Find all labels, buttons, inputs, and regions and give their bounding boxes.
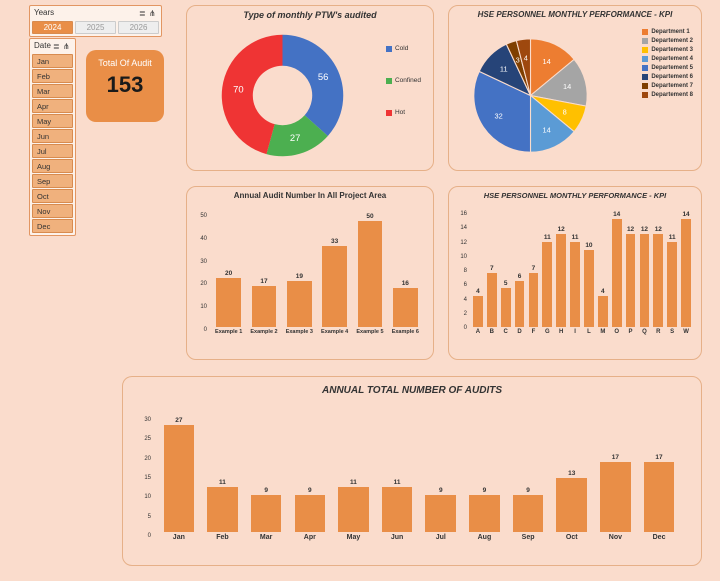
clear-filter-icon[interactable]: ⋔ (63, 42, 71, 50)
svg-text:4: 4 (524, 54, 528, 63)
multiselect-icon[interactable]: ≣ (53, 42, 61, 50)
bar2-title: HSE PERSONNEL MONTHLY PERFORMANCE - KPI (449, 187, 701, 202)
slicer-header-icons: ≣ ⋔ (139, 9, 157, 17)
svg-text:14: 14 (542, 125, 550, 134)
donut-title: Type of monthly PTW's audited (187, 6, 433, 22)
month-btn-sep[interactable]: Sep (32, 174, 73, 188)
bar3-yaxis: 302520151050 (137, 417, 151, 539)
bar1-panel: Annual Audit Number In All Project Area … (186, 186, 434, 360)
month-btn-jan[interactable]: Jan (32, 54, 73, 68)
month-btn-oct[interactable]: Oct (32, 189, 73, 203)
svg-text:27: 27 (290, 133, 301, 144)
donut-legend-hot: Hot (395, 109, 405, 116)
month-btn-nov[interactable]: Nov (32, 204, 73, 218)
month-btn-mar[interactable]: Mar (32, 84, 73, 98)
total-kpi-card: Total Of Audit 153 (86, 50, 164, 122)
pie-legend: Department 1Departement 2Departement 3De… (642, 26, 693, 101)
donut-chart: 56 27 70 (215, 28, 350, 163)
year-btn-2026[interactable]: 2026 (118, 21, 159, 34)
pie-chart: 14 14 8 14 32 11 34 (463, 28, 598, 163)
bar2-yaxis: 1614121086420 (455, 211, 467, 331)
svg-text:8: 8 (563, 107, 567, 116)
donut-legend-confined: Confined (395, 77, 421, 84)
kpi-value: 153 (90, 72, 160, 98)
month-btn-feb[interactable]: Feb (32, 69, 73, 83)
kpi-label: Total Of Audit (90, 58, 160, 68)
year-btn-2024[interactable]: 2024 (32, 21, 73, 34)
svg-text:3: 3 (516, 56, 520, 65)
month-btn-aug[interactable]: Aug (32, 159, 73, 173)
month-btn-jun[interactable]: Jun (32, 129, 73, 143)
bar1-title: Annual Audit Number In All Project Area (187, 187, 433, 202)
date-slicer[interactable]: Date ≣ ⋔ JanFebMarAprMayJunJulAugSepOctN… (29, 38, 76, 236)
multiselect-icon[interactable]: ≣ (139, 9, 147, 17)
donut-panel: Type of monthly PTW's audited 56 27 70 Col… (186, 5, 434, 171)
month-btn-may[interactable]: May (32, 114, 73, 128)
donut-legend: Cold Confined Hot (386, 41, 421, 120)
month-btn-dec[interactable]: Dec (32, 219, 73, 233)
year-btn-2025[interactable]: 2025 (75, 21, 116, 34)
bar1-bars: 20Example 117Example 219Example 333Examp… (211, 213, 423, 335)
slicer-header-icons-2: ≣ ⋔ (53, 42, 71, 50)
bar3-title: ANNUAL TOTAL NUMBER OF AUDITS (123, 377, 701, 404)
svg-text:56: 56 (318, 72, 329, 83)
donut-legend-cold: Cold (395, 45, 408, 52)
svg-text:32: 32 (494, 111, 502, 120)
bar3-panel: ANNUAL TOTAL NUMBER OF AUDITS 3025201510… (122, 376, 702, 566)
month-btn-jul[interactable]: Jul (32, 144, 73, 158)
svg-text:14: 14 (542, 57, 550, 66)
date-slicer-label: Date (34, 41, 51, 50)
svg-text:14: 14 (563, 82, 571, 91)
month-btn-apr[interactable]: Apr (32, 99, 73, 113)
years-slicer-label: Years (34, 8, 54, 17)
bar2-bars: 4A7B5C6D7F11G12H11I10L4M14O12P12Q12R11S1… (471, 211, 693, 335)
clear-filter-icon[interactable]: ⋔ (149, 9, 157, 17)
month-buttons: JanFebMarAprMayJunJulAugSepOctNovDec (30, 52, 75, 235)
pie-panel: HSE PERSONNEL MONTHLY PERFORMANCE - KPI … (448, 5, 702, 171)
year-buttons: 2024 2025 2026 (30, 19, 161, 36)
bar2-panel: HSE PERSONNEL MONTHLY PERFORMANCE - KPI … (448, 186, 702, 360)
svg-text:11: 11 (500, 64, 508, 73)
years-slicer[interactable]: Years ≣ ⋔ 2024 2025 2026 (29, 5, 162, 37)
bar1-yaxis: 50403020100 (193, 213, 207, 333)
bar3-bars: 27Jan11Feb9Mar9Apr11May11Jun9Jul9Aug9Sep… (157, 417, 681, 541)
pie-title: HSE PERSONNEL MONTHLY PERFORMANCE - KPI (449, 6, 701, 21)
svg-text:70: 70 (233, 84, 244, 95)
